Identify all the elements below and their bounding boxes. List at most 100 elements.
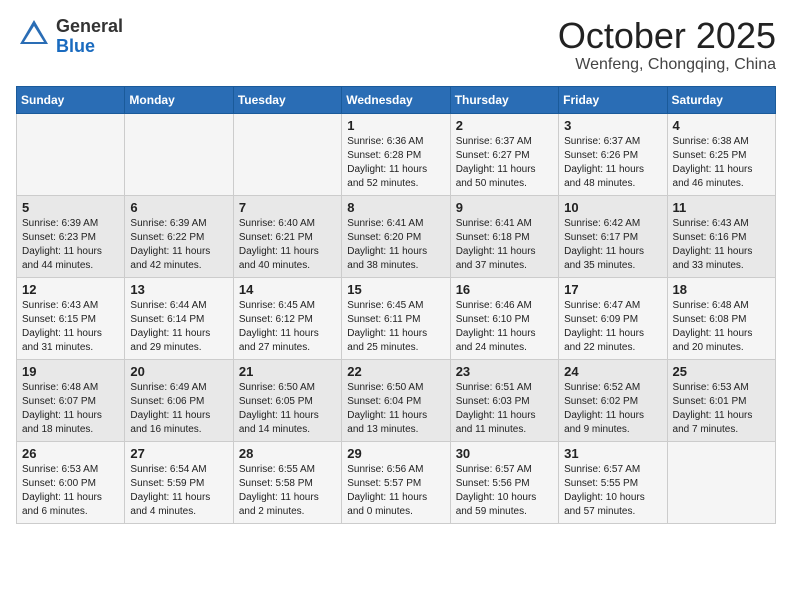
day-info: Sunrise: 6:37 AM Sunset: 6:27 PM Dayligh…	[456, 135, 553, 191]
day-number: 22	[347, 364, 444, 379]
day-number: 16	[456, 282, 553, 297]
calendar-cell: 22 Sunrise: 6:50 AM Sunset: 6:04 PM Dayli…	[342, 359, 450, 441]
calendar-cell	[233, 113, 341, 195]
day-number: 11	[673, 200, 770, 215]
day-info: Sunrise: 6:43 AM Sunset: 6:16 PM Dayligh…	[673, 217, 770, 273]
calendar-week-row: 26Sunrise: 6:53 AM Sunset: 6:00 PM Dayli…	[17, 441, 776, 523]
calendar-cell: 24 Sunrise: 6:52 AM Sunset: 6:02 PM Dayli…	[559, 359, 667, 441]
weekday-header-row: SundayMondayTuesdayWednesdayThursdayFrid…	[17, 86, 776, 113]
day-number: 19	[22, 364, 119, 379]
day-number: 15	[347, 282, 444, 297]
day-number: 3	[564, 118, 661, 133]
calendar-cell: 28 Sunrise: 6:55 AM Sunset: 5:58 PM Dayli…	[233, 441, 341, 523]
day-number: 17	[564, 282, 661, 297]
day-info: Sunrise: 6:53 AM Sunset: 6:00 PM Dayligh…	[22, 463, 119, 519]
day-number: 13	[130, 282, 227, 297]
day-number: 31	[564, 446, 661, 461]
day-info: Sunrise: 6:41 AM Sunset: 6:20 PM Dayligh…	[347, 217, 444, 273]
day-number: 4	[673, 118, 770, 133]
day-number: 5	[22, 200, 119, 215]
calendar-week-row: 5 Sunrise: 6:39 AM Sunset: 6:23 PM Daylig…	[17, 195, 776, 277]
weekday-header: Monday	[125, 86, 233, 113]
logo-text: General Blue	[56, 17, 123, 57]
calendar-week-row: 19 Sunrise: 6:48 AM Sunset: 6:07 PM Dayli…	[17, 359, 776, 441]
calendar-cell: 2 Sunrise: 6:37 AM Sunset: 6:27 PM Daylig…	[450, 113, 558, 195]
calendar-cell: 14Sunrise: 6:45 AM Sunset: 6:12 PM Dayli…	[233, 277, 341, 359]
day-info: Sunrise: 6:45 AM Sunset: 6:11 PM Dayligh…	[347, 299, 444, 355]
day-number: 25	[673, 364, 770, 379]
day-number: 28	[239, 446, 336, 461]
day-info: Sunrise: 6:55 AM Sunset: 5:58 PM Dayligh…	[239, 463, 336, 519]
day-info: Sunrise: 6:38 AM Sunset: 6:25 PM Dayligh…	[673, 135, 770, 191]
calendar-week-row: 12 Sunrise: 6:43 AM Sunset: 6:15 PM Dayli…	[17, 277, 776, 359]
calendar-cell: 3 Sunrise: 6:37 AM Sunset: 6:26 PM Daylig…	[559, 113, 667, 195]
day-number: 30	[456, 446, 553, 461]
calendar-cell: 30 Sunrise: 6:57 AM Sunset: 5:56 PM Dayli…	[450, 441, 558, 523]
calendar-table: SundayMondayTuesdayWednesdayThursdayFrid…	[16, 86, 776, 524]
weekday-header: Friday	[559, 86, 667, 113]
day-info: Sunrise: 6:57 AM Sunset: 5:55 PM Dayligh…	[564, 463, 661, 519]
weekday-header: Thursday	[450, 86, 558, 113]
day-number: 6	[130, 200, 227, 215]
day-info: Sunrise: 6:57 AM Sunset: 5:56 PM Dayligh…	[456, 463, 553, 519]
day-info: Sunrise: 6:45 AM Sunset: 6:12 PM Dayligh…	[239, 299, 336, 355]
calendar-cell: 26Sunrise: 6:53 AM Sunset: 6:00 PM Dayli…	[17, 441, 125, 523]
day-number: 9	[456, 200, 553, 215]
calendar-cell: 20 Sunrise: 6:49 AM Sunset: 6:06 PM Dayli…	[125, 359, 233, 441]
location: Wenfeng, Chongqing, China	[558, 56, 776, 74]
day-number: 7	[239, 200, 336, 215]
day-number: 21	[239, 364, 336, 379]
weekday-header: Saturday	[667, 86, 775, 113]
day-info: Sunrise: 6:50 AM Sunset: 6:04 PM Dayligh…	[347, 381, 444, 437]
calendar-cell: 13 Sunrise: 6:44 AM Sunset: 6:14 PM Dayli…	[125, 277, 233, 359]
calendar-cell: 16Sunrise: 6:46 AM Sunset: 6:10 PM Dayli…	[450, 277, 558, 359]
logo: General Blue	[16, 16, 123, 57]
calendar-cell	[667, 441, 775, 523]
calendar-cell: 21 Sunrise: 6:50 AM Sunset: 6:05 PM Dayli…	[233, 359, 341, 441]
calendar-cell: 18Sunrise: 6:48 AM Sunset: 6:08 PM Dayli…	[667, 277, 775, 359]
logo-icon	[16, 16, 52, 52]
calendar-cell: 6 Sunrise: 6:39 AM Sunset: 6:22 PM Daylig…	[125, 195, 233, 277]
calendar-cell: 19 Sunrise: 6:48 AM Sunset: 6:07 PM Dayli…	[17, 359, 125, 441]
day-info: Sunrise: 6:42 AM Sunset: 6:17 PM Dayligh…	[564, 217, 661, 273]
calendar-cell: 8Sunrise: 6:41 AM Sunset: 6:20 PM Daylig…	[342, 195, 450, 277]
calendar-cell: 17 Sunrise: 6:47 AM Sunset: 6:09 PM Dayli…	[559, 277, 667, 359]
calendar-cell: 9Sunrise: 6:41 AM Sunset: 6:18 PM Daylig…	[450, 195, 558, 277]
day-info: Sunrise: 6:43 AM Sunset: 6:15 PM Dayligh…	[22, 299, 119, 355]
day-number: 23	[456, 364, 553, 379]
day-info: Sunrise: 6:49 AM Sunset: 6:06 PM Dayligh…	[130, 381, 227, 437]
day-info: Sunrise: 6:39 AM Sunset: 6:23 PM Dayligh…	[22, 217, 119, 273]
calendar-cell: 15 Sunrise: 6:45 AM Sunset: 6:11 PM Dayli…	[342, 277, 450, 359]
calendar-cell: 11 Sunrise: 6:43 AM Sunset: 6:16 PM Dayli…	[667, 195, 775, 277]
day-info: Sunrise: 6:51 AM Sunset: 6:03 PM Dayligh…	[456, 381, 553, 437]
calendar-cell: 7Sunrise: 6:40 AM Sunset: 6:21 PM Daylig…	[233, 195, 341, 277]
calendar-cell: 4 Sunrise: 6:38 AM Sunset: 6:25 PM Daylig…	[667, 113, 775, 195]
day-info: Sunrise: 6:56 AM Sunset: 5:57 PM Dayligh…	[347, 463, 444, 519]
day-info: Sunrise: 6:36 AM Sunset: 6:28 PM Dayligh…	[347, 135, 444, 191]
day-number: 24	[564, 364, 661, 379]
calendar-cell: 31 Sunrise: 6:57 AM Sunset: 5:55 PM Dayli…	[559, 441, 667, 523]
day-info: Sunrise: 6:50 AM Sunset: 6:05 PM Dayligh…	[239, 381, 336, 437]
day-info: Sunrise: 6:47 AM Sunset: 6:09 PM Dayligh…	[564, 299, 661, 355]
day-number: 20	[130, 364, 227, 379]
calendar-cell: 1 Sunrise: 6:36 AM Sunset: 6:28 PM Daylig…	[342, 113, 450, 195]
day-info: Sunrise: 6:48 AM Sunset: 6:07 PM Dayligh…	[22, 381, 119, 437]
day-number: 2	[456, 118, 553, 133]
day-info: Sunrise: 6:52 AM Sunset: 6:02 PM Dayligh…	[564, 381, 661, 437]
day-info: Sunrise: 6:37 AM Sunset: 6:26 PM Dayligh…	[564, 135, 661, 191]
day-number: 1	[347, 118, 444, 133]
weekday-header: Tuesday	[233, 86, 341, 113]
calendar-cell	[125, 113, 233, 195]
day-info: Sunrise: 6:54 AM Sunset: 5:59 PM Dayligh…	[130, 463, 227, 519]
day-number: 12	[22, 282, 119, 297]
month-title: October 2025	[558, 16, 776, 56]
weekday-header: Sunday	[17, 86, 125, 113]
calendar-cell: 10Sunrise: 6:42 AM Sunset: 6:17 PM Dayli…	[559, 195, 667, 277]
page-header: General Blue October 2025 Wenfeng, Chong…	[16, 16, 776, 74]
day-info: Sunrise: 6:44 AM Sunset: 6:14 PM Dayligh…	[130, 299, 227, 355]
calendar-cell: 5 Sunrise: 6:39 AM Sunset: 6:23 PM Daylig…	[17, 195, 125, 277]
title-block: October 2025 Wenfeng, Chongqing, China	[558, 16, 776, 74]
day-info: Sunrise: 6:53 AM Sunset: 6:01 PM Dayligh…	[673, 381, 770, 437]
day-info: Sunrise: 6:39 AM Sunset: 6:22 PM Dayligh…	[130, 217, 227, 273]
calendar-cell: 25 Sunrise: 6:53 AM Sunset: 6:01 PM Dayli…	[667, 359, 775, 441]
